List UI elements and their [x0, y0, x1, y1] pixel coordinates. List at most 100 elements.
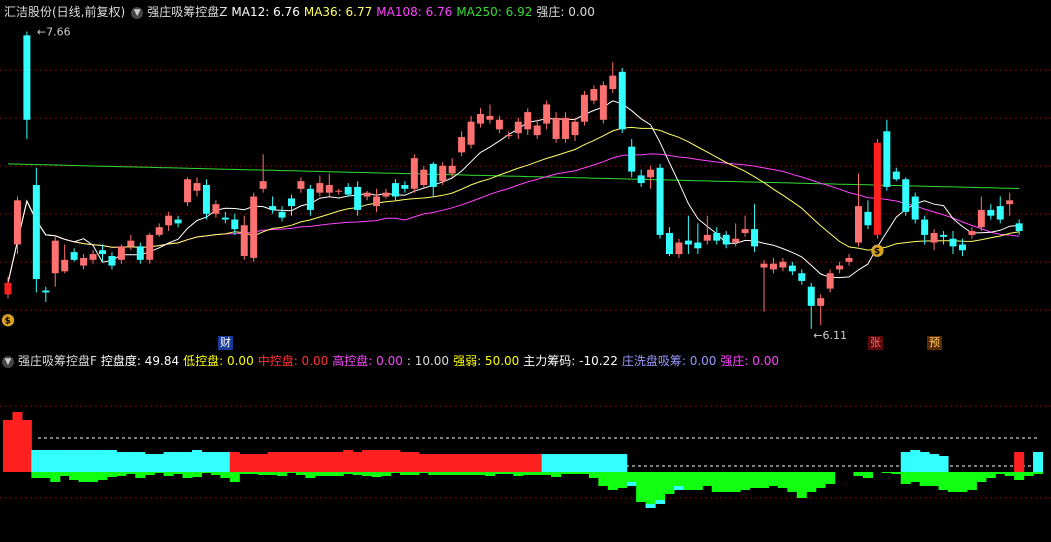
candle-body [80, 257, 88, 266]
indicator-bar-up [560, 454, 571, 472]
indicator-bar-up [409, 452, 420, 472]
indicator-bar-down [929, 472, 940, 486]
candle-body [505, 135, 513, 137]
indicator-bar-up [390, 450, 401, 472]
indicator-bar-up [286, 452, 297, 472]
indicator-chart[interactable] [0, 372, 1051, 540]
indicator-value-8: 强庄: 0.00 [720, 354, 779, 368]
candle-body [363, 192, 371, 197]
indicator-bar-up [418, 454, 429, 472]
indicator-name[interactable]: 强庄吸筹控盘Z [147, 5, 227, 19]
indicator-value-1: 低控盘: 0.00 [183, 354, 254, 368]
indicator-bar-down [466, 472, 477, 475]
indicator-bar-up [144, 454, 155, 472]
indicator-value-0: 控盘度: 49.84 [100, 354, 180, 368]
candle-body [108, 255, 116, 266]
candle-body [354, 186, 362, 210]
candle-body [278, 211, 286, 218]
indicator-bar-down [390, 472, 401, 473]
indicator-bar-up [428, 454, 439, 472]
candle-body [146, 234, 154, 260]
indicator-bar-down [1023, 472, 1034, 476]
high-price-label: ←7.66 [37, 26, 71, 39]
indicator-bar-up [277, 452, 288, 472]
chevron-down-icon[interactable]: ▼ [131, 6, 144, 19]
candle-body [769, 263, 777, 270]
ma12-line [7, 100, 1020, 283]
indicator-bar-down [475, 472, 486, 475]
candle-body [552, 117, 560, 139]
indicator-bar-up [617, 454, 628, 472]
candle-body [99, 250, 106, 255]
indicator-bar-down [664, 472, 675, 494]
candle-body [202, 185, 210, 214]
candle-body [684, 240, 692, 245]
candle-body [184, 179, 192, 203]
candle-body [155, 227, 163, 235]
indicator-bar-down [125, 472, 136, 474]
indicator-bar-down [409, 472, 420, 475]
candle-body [713, 232, 721, 241]
candle-body [448, 165, 456, 174]
event-marker-cai[interactable]: 财 [218, 336, 233, 350]
candle-body [788, 265, 796, 272]
indicator-bar-up [1033, 452, 1044, 472]
candle-body [987, 209, 995, 216]
indicator-bar-up [173, 452, 184, 472]
indicator-bar-down [711, 472, 722, 492]
event-marker-yu[interactable]: 预 [927, 336, 942, 350]
indicator-bar-down [806, 472, 817, 492]
event-marker-zhang[interactable]: 张 [868, 336, 883, 350]
indicator-bar-down [607, 472, 618, 490]
indicator-bar-down [154, 472, 165, 473]
indicator-bar-down [570, 472, 580, 474]
sub-indicator-name[interactable]: 强庄吸筹控盘F [18, 354, 97, 368]
header-value-0: MA12: 6.76 [231, 5, 300, 19]
indicator-bar-down [702, 472, 713, 486]
candle-body [845, 257, 853, 262]
candle-body [855, 206, 862, 243]
indicator-bar-up [1014, 452, 1025, 472]
indicator-value-7: 庄洗盘吸筹: 0.00 [621, 354, 717, 368]
candle-body [940, 234, 948, 237]
candle-body [609, 75, 617, 90]
indicator-value-6: 主力筹码: -10.22 [523, 354, 618, 368]
header-value-4: 强庄: 0.00 [536, 5, 595, 19]
candle-body [429, 163, 437, 187]
candle-body [288, 198, 295, 207]
ma36-line [7, 126, 1020, 283]
candle-body [599, 85, 607, 120]
candle-body [42, 290, 50, 293]
indicator-bar-up [154, 454, 165, 472]
indicator-bar-up [106, 450, 117, 472]
indicator-bar-down [248, 472, 259, 474]
candle-body [873, 142, 881, 235]
candle-body [562, 117, 570, 139]
candle-body [127, 240, 135, 247]
indicator-bar-up [220, 452, 231, 472]
indicator-value-3: 高控盘: 0.00 [332, 354, 403, 368]
candle-body [486, 115, 494, 120]
indicator-bar-down [229, 472, 240, 482]
indicator-bar-up [248, 454, 259, 472]
indicator-bar-down [88, 472, 99, 482]
candlestick-chart[interactable]: ←7.66 ←6.11 $ $ [0, 20, 1051, 350]
indicator-bar-up [229, 452, 240, 472]
candle-body [675, 242, 683, 255]
indicator-bar-down [267, 472, 278, 475]
candle-body [221, 217, 229, 220]
indicator-bar-up [399, 452, 410, 472]
indicator-bar-down [343, 472, 354, 474]
indicator-bar-down [777, 472, 788, 488]
indicator-bar-up [484, 454, 495, 472]
indicator-bar-up [50, 450, 61, 472]
indicator-bar-up [551, 454, 562, 472]
indicator-bar-down [286, 472, 297, 473]
indicator-bar-up [135, 452, 146, 472]
chevron-down-icon[interactable]: ▼ [2, 355, 14, 368]
indicator-bar-up [3, 420, 13, 472]
stock-chart-window: 汇洁股份(日线,前复权) ▼ 强庄吸筹控盘Z MA12: 6.76 MA36: 6.77… [0, 0, 1051, 542]
candle-body [637, 175, 645, 184]
candle-body [458, 137, 466, 153]
indicator-bar-tip [655, 500, 666, 504]
